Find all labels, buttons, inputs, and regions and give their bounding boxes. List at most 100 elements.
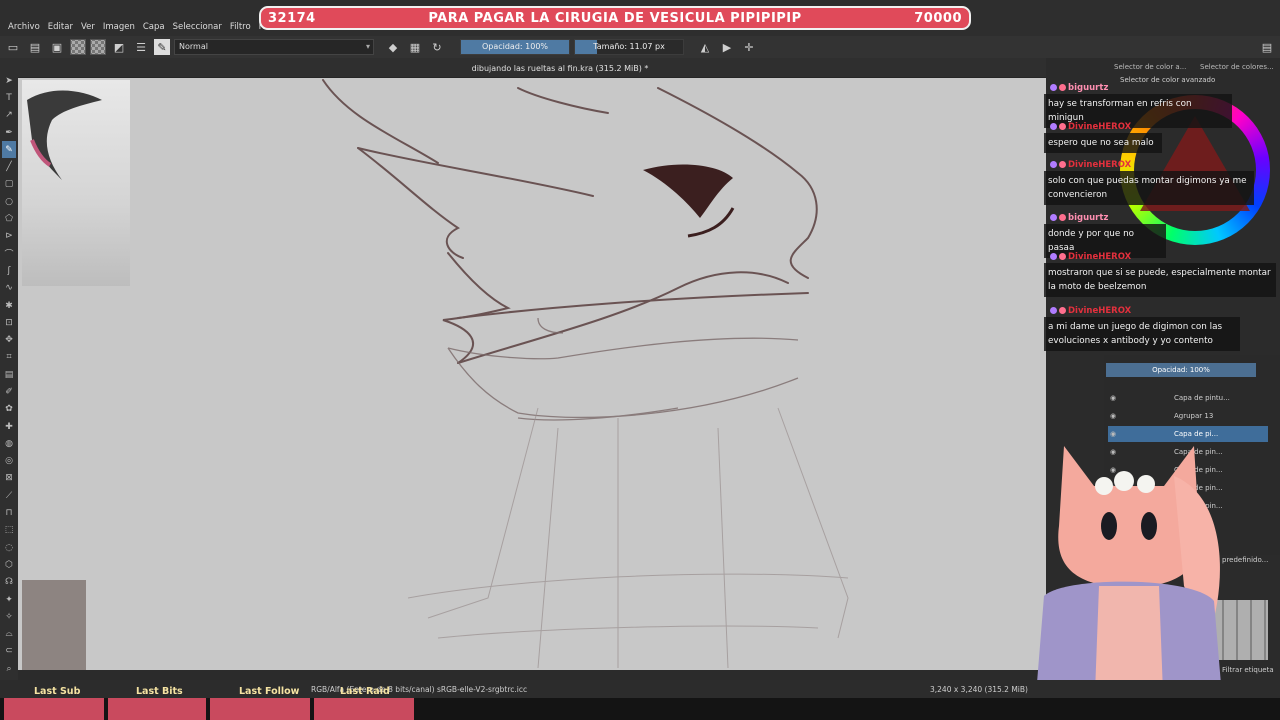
crop-tool-icon[interactable]: ⌗: [2, 349, 16, 366]
brush-settings-icon[interactable]: ☰: [132, 38, 150, 56]
menu-editar[interactable]: Editar: [44, 21, 77, 33]
open-icon[interactable]: ▤: [26, 38, 44, 56]
new-icon[interactable]: ▭: [4, 38, 22, 56]
last-sub-label: Last Sub: [34, 686, 81, 697]
layer-name: Capa de pintu...: [1174, 394, 1230, 402]
reference-tool-icon[interactable]: ⊓: [2, 504, 16, 521]
chat-username: DivineHEROX: [1050, 159, 1131, 171]
polyline-tool-icon[interactable]: ⊳: [2, 228, 16, 245]
bezier-select-tool-icon[interactable]: ⌓: [2, 626, 16, 643]
brush-preset-icon[interactable]: ✎: [154, 39, 170, 55]
menu-ver[interactable]: Ver: [77, 21, 99, 33]
webcam-overlay: [22, 580, 86, 670]
line-tool-icon[interactable]: ╱: [2, 158, 16, 175]
colorize-mask-tool-icon[interactable]: ✿: [2, 401, 16, 418]
swap-colors-icon[interactable]: ◩: [110, 38, 128, 56]
move-tool-icon[interactable]: ✥: [2, 331, 16, 348]
gradient-tool-icon[interactable]: ▤: [2, 366, 16, 383]
advanced-color-selector-title: Selector de color avanzado: [1120, 76, 1216, 84]
chat-badge-icon: [1059, 253, 1066, 260]
alpha-lock-icon[interactable]: ▦: [406, 38, 424, 56]
chat-username: biguurtz: [1050, 212, 1108, 224]
brush-tool-icon[interactable]: ✎: [2, 141, 16, 159]
chat-user-name: DivineHEROX: [1068, 252, 1132, 262]
smart-patch-tool-icon[interactable]: ✚: [2, 418, 16, 435]
calligraphy-tool-icon[interactable]: ✒: [2, 124, 16, 141]
menu-capa[interactable]: Capa: [139, 21, 169, 33]
chat-username: biguurtz: [1050, 82, 1108, 94]
rectangle-tool-icon[interactable]: ▢: [2, 176, 16, 193]
chat-user-name: DivineHEROX: [1068, 160, 1132, 170]
mirror-vertical-icon[interactable]: ▶: [718, 38, 736, 56]
layer-row[interactable]: ◉ Agrupar 13: [1108, 408, 1268, 424]
settings-icon[interactable]: ▤: [1258, 38, 1276, 56]
edit-shape-tool-icon[interactable]: ↗: [2, 107, 16, 124]
freehand-select-tool-icon[interactable]: ☊: [2, 574, 16, 591]
menu-filtro[interactable]: Filtro: [226, 21, 255, 33]
chat-user-name: DivineHEROX: [1068, 122, 1132, 132]
visibility-eye-icon[interactable]: ◉: [1110, 390, 1116, 406]
mirror-horizontal-icon[interactable]: ◭: [696, 38, 714, 56]
chat-badge-icon: [1059, 161, 1066, 168]
select-tool-icon[interactable]: ➤: [2, 72, 16, 89]
wrap-icon[interactable]: ✛: [740, 38, 758, 56]
chat-badge-icon: [1050, 253, 1057, 260]
polygon-tool-icon[interactable]: ⬠: [2, 210, 16, 227]
save-icon[interactable]: ▣: [48, 38, 66, 56]
menu-imagen[interactable]: Imagen: [99, 21, 139, 33]
reload-icon[interactable]: ↻: [428, 38, 446, 56]
vtuber-avatar: [1034, 446, 1224, 720]
reference-figure: [27, 90, 102, 180]
gradient-icon[interactable]: [90, 39, 106, 55]
layer-opacity-slider[interactable]: Opacidad: 100%: [1106, 363, 1256, 377]
fill-tool-icon[interactable]: ◍: [2, 435, 16, 452]
dynamic-brush-tool-icon[interactable]: ∿: [2, 280, 16, 297]
document-title: dibujando las rueltas al fin.kra (315.2 …: [471, 64, 649, 73]
size-slider[interactable]: Tamaño: 11.07 px: [574, 39, 684, 55]
layer-row[interactable]: ◉ Capa de pintu...: [1108, 390, 1268, 406]
magnetic-select-tool-icon[interactable]: ⊂: [2, 643, 16, 660]
chat-message-text: solo con que puedas montar digimons ya m…: [1044, 171, 1254, 205]
chat-username: DivineHEROX: [1050, 251, 1131, 263]
drawing-canvas[interactable]: [18, 78, 1048, 670]
bezier-tool-icon[interactable]: ⌒: [2, 245, 16, 262]
last-follow-label: Last Follow: [239, 686, 300, 697]
rect-select-tool-icon[interactable]: ⬚: [2, 522, 16, 539]
opacity-slider[interactable]: Opacidad: 100%: [460, 39, 570, 55]
goal-current: 32174: [268, 10, 316, 26]
enclose-fill-tool-icon[interactable]: ◎: [2, 453, 16, 470]
color-picker-tool-icon[interactable]: ✐: [2, 383, 16, 400]
last-bits-label: Last Bits: [136, 686, 183, 697]
eraser-icon[interactable]: ◆: [384, 38, 402, 56]
similar-select-tool-icon[interactable]: ✧: [2, 608, 16, 625]
docker-tab-colors[interactable]: Selector de colores...: [1200, 63, 1274, 71]
transform-tool-icon[interactable]: ⊡: [2, 314, 16, 331]
visibility-eye-icon[interactable]: ◉: [1110, 408, 1116, 424]
measure-tool-icon[interactable]: ⟋: [2, 487, 16, 504]
ellipse-tool-icon[interactable]: ○: [2, 193, 16, 210]
assistant-tool-icon[interactable]: ⊠: [2, 470, 16, 487]
chat-username: DivineHEROX: [1050, 305, 1131, 317]
blend-mode-select[interactable]: Normal: [174, 39, 374, 55]
freehand-path-tool-icon[interactable]: ʃ: [2, 262, 16, 279]
menu-seleccionar[interactable]: Seleccionar: [169, 21, 226, 33]
goal-title: PARA PAGAR LA CIRUGIA DE VESICULA PIPIPI…: [428, 10, 802, 26]
last-follow-bar: [210, 698, 310, 720]
sketch-drawing: [322, 79, 849, 669]
chat-message-text: a mi dame un juego de digimon con las ev…: [1044, 317, 1240, 351]
multibrush-tool-icon[interactable]: ✱: [2, 297, 16, 314]
chat-username: DivineHEROX: [1050, 121, 1131, 133]
docker-tab-color-a[interactable]: Selector de color a...: [1114, 63, 1186, 71]
menu-archivo[interactable]: Archivo: [4, 21, 44, 33]
last-raid-label: Last Raid: [340, 686, 390, 697]
polygon-select-tool-icon[interactable]: ⬡: [2, 556, 16, 573]
ellipse-select-tool-icon[interactable]: ◌: [2, 539, 16, 556]
chat-badge-icon: [1050, 84, 1057, 91]
pattern-icon[interactable]: [70, 39, 86, 55]
status-bar: RGB/Alfa (Entero de 8 bits/canal) sRGB-e…: [0, 680, 1280, 698]
goal-target: 70000: [914, 10, 962, 26]
text-tool-icon[interactable]: T: [2, 89, 16, 106]
contiguous-select-tool-icon[interactable]: ✦: [2, 591, 16, 608]
last-raid-bar: [314, 698, 414, 720]
zoom-tool-icon[interactable]: ⌕: [2, 660, 16, 677]
